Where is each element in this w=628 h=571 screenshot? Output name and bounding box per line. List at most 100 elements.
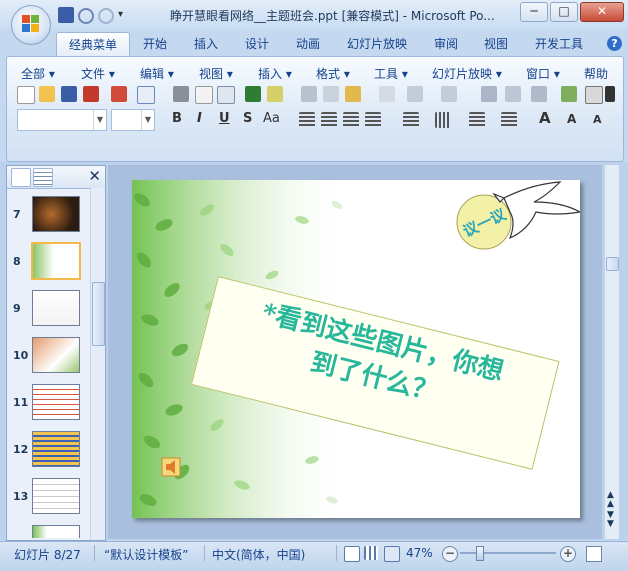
tab-home[interactable]: 开始 (143, 35, 167, 52)
close-button[interactable]: ✕ (580, 2, 624, 22)
shadow-button[interactable]: S (243, 111, 252, 126)
menu-slideshow[interactable]: 幻灯片放映 ▾ (432, 65, 502, 82)
format-painter-icon[interactable] (379, 86, 395, 102)
new-icon[interactable] (17, 86, 35, 104)
research-icon[interactable] (217, 86, 235, 104)
quick-access-toolbar: ▾ (58, 7, 128, 24)
panel-scroll-thumb[interactable] (92, 282, 105, 346)
tab-slideshow[interactable]: 幻灯片放映 (347, 35, 407, 52)
slide-thumbnail-13[interactable]: 13 (7, 478, 91, 518)
main-scrollbar[interactable]: ▲ ▲ ▼ ▼ (604, 165, 619, 539)
zoom-in-icon[interactable]: + (560, 546, 576, 562)
chart-icon[interactable] (481, 86, 497, 102)
slides-tab-icon[interactable] (11, 168, 31, 187)
table-icon[interactable] (505, 86, 521, 102)
tab-view[interactable]: 视图 (484, 35, 508, 52)
tab-developer[interactable]: 开发工具 (535, 35, 583, 52)
bullets-icon[interactable] (501, 112, 517, 128)
menu-format[interactable]: 格式 ▾ (316, 65, 350, 82)
open-icon[interactable] (39, 86, 55, 102)
tab-classic-menu[interactable]: 经典菜单 (56, 32, 131, 56)
slide-thumbnail-10[interactable]: 10 (7, 337, 91, 377)
line-spacing-icon[interactable] (403, 112, 419, 128)
numbering-icon[interactable] (469, 112, 485, 128)
tab-animation[interactable]: 动画 (296, 35, 320, 52)
font-name-combo[interactable]: ▼ (17, 109, 107, 131)
language-indicator[interactable]: 中文(简体，中国) (212, 546, 305, 563)
align-right-icon[interactable] (343, 112, 359, 128)
text-direction-icon[interactable] (435, 112, 451, 128)
undo-icon[interactable] (78, 8, 94, 24)
menu-insert[interactable]: 插入 ▾ (258, 65, 292, 82)
font-color-icon[interactable]: A (593, 113, 602, 126)
main-scroll-thumb[interactable] (606, 257, 619, 271)
redo-icon[interactable] (441, 86, 457, 102)
slide-sorter-icon[interactable] (364, 546, 378, 560)
zoom-slider-thumb[interactable] (476, 546, 484, 561)
help-icon[interactable]: ? (607, 36, 622, 51)
tab-review[interactable]: 审阅 (434, 35, 458, 52)
slide-thumbnail-7[interactable]: 7 (7, 196, 91, 236)
email-icon[interactable] (111, 86, 127, 102)
menu-window[interactable]: 窗口 ▾ (526, 65, 560, 82)
panel-scrollbar[interactable] (90, 188, 105, 540)
zoom-slider-track[interactable] (460, 552, 556, 554)
office-button[interactable] (11, 5, 51, 45)
save-icon[interactable] (58, 7, 74, 23)
tab-design[interactable]: 设计 (245, 35, 269, 52)
prev-slide-icon[interactable]: ▲ ▲ (607, 491, 614, 509)
slide-thumbnail-11[interactable]: 11 (7, 384, 91, 424)
maximize-button[interactable]: □ (550, 2, 578, 22)
current-slide[interactable]: 议一议 *看到这些图片，你想 到了什么？ (132, 180, 580, 518)
print-preview-icon[interactable] (195, 86, 213, 104)
thesaurus-icon[interactable] (267, 86, 283, 102)
decrease-font-icon[interactable]: A (567, 112, 576, 126)
slide-thumbnail-12[interactable]: 12 (7, 431, 91, 471)
slide-thumbnail-8[interactable]: 8 (7, 242, 91, 283)
font-size-combo[interactable]: ▼ (111, 109, 155, 131)
menu-view[interactable]: 视图 ▾ (199, 65, 233, 82)
slide-thumbnail-14[interactable]: 14 (7, 525, 91, 538)
save-icon[interactable] (61, 86, 77, 102)
paste-icon[interactable] (345, 86, 361, 102)
slideshow-view-icon[interactable] (384, 546, 400, 562)
bold-button[interactable]: B (172, 111, 182, 126)
cut-icon[interactable] (301, 86, 317, 102)
increase-font-icon[interactable]: A (539, 109, 551, 127)
menu-all[interactable]: 全部 ▾ (21, 65, 55, 82)
new-slide-icon[interactable] (585, 86, 603, 104)
copy-icon[interactable] (323, 86, 339, 102)
sound-icon[interactable] (161, 457, 181, 477)
close-panel-icon[interactable]: ✕ (88, 167, 101, 185)
menu-edit[interactable]: 编辑 ▾ (140, 65, 174, 82)
change-case-button[interactable]: Aa (263, 111, 280, 126)
align-center-icon[interactable] (321, 112, 337, 128)
permission-icon[interactable] (83, 86, 99, 102)
print-icon[interactable] (173, 86, 189, 102)
menu-help[interactable]: 帮助 (584, 65, 608, 82)
redo-icon[interactable] (98, 8, 114, 24)
more-icon[interactable] (605, 86, 615, 102)
customize-qa-icon[interactable]: ▾ (118, 7, 128, 23)
menu-file[interactable]: 文件 ▾ (81, 65, 115, 82)
normal-view-icon[interactable] (344, 546, 360, 562)
publish-icon[interactable] (137, 86, 155, 104)
zoom-level[interactable]: 47% (406, 546, 433, 560)
next-slide-icon[interactable]: ▼ ▼ (607, 511, 614, 529)
underline-button[interactable]: U (219, 111, 230, 126)
justify-icon[interactable] (365, 112, 381, 128)
grid-icon[interactable] (531, 86, 547, 102)
zoom-out-icon[interactable]: − (442, 546, 458, 562)
fit-to-window-icon[interactable] (586, 546, 602, 562)
tab-insert[interactable]: 插入 (194, 35, 218, 52)
italic-button[interactable]: I (197, 111, 202, 126)
slide-thumbnail-9[interactable]: 9 (7, 290, 91, 330)
menu-tools[interactable]: 工具 ▾ (374, 65, 408, 82)
outline-tab-icon[interactable] (33, 168, 53, 187)
window-title: 睁开慧眼看网络__主题班会.ppt [兼容模式] - Microsoft Po.… (170, 9, 495, 23)
color-grayscale-icon[interactable] (561, 86, 577, 102)
spelling-icon[interactable] (245, 86, 261, 102)
align-left-icon[interactable] (299, 112, 315, 128)
undo-icon[interactable] (407, 86, 423, 102)
minimize-button[interactable]: ─ (520, 2, 548, 22)
